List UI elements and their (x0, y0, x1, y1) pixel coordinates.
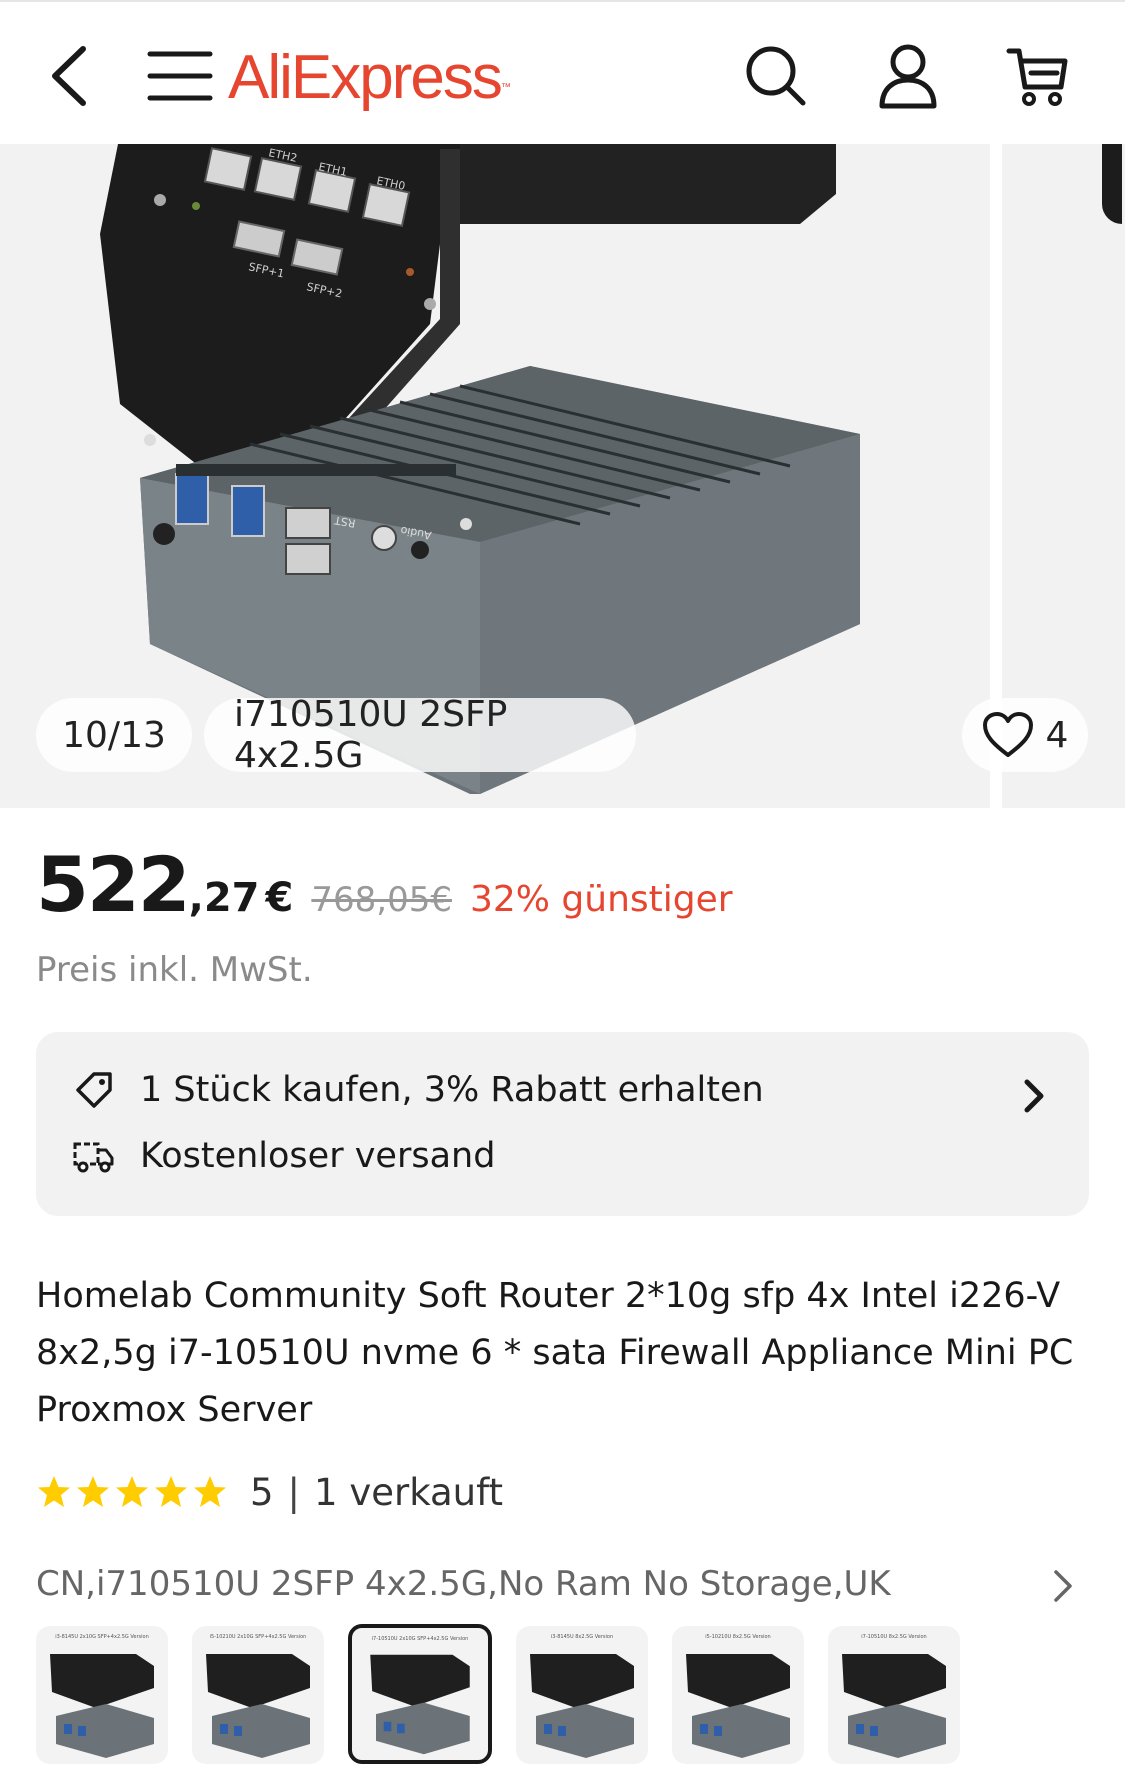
search-icon (746, 46, 806, 106)
menu-icon (147, 51, 213, 101)
thumbnail-caption: i7-10510U 8x2.5G Version (861, 1634, 927, 1640)
heart-icon (982, 712, 1033, 757)
truck-icon (73, 1142, 114, 1173)
star-icon (194, 1476, 226, 1507)
price-decimal: ,27 (188, 875, 260, 921)
wishlist-button[interactable]: 4 (962, 698, 1088, 772)
discount-label: 32% günstiger (469, 879, 733, 920)
sku-selector[interactable]: CN,i710510U 2SFP 4x2.5G,No Ram No Storag… (36, 1556, 1089, 1612)
rating-row[interactable]: 5 | 1 verkauft (36, 1464, 503, 1520)
product-image-gallery[interactable]: ETH2 ETH1 ETH0 SFP+1 SFP+2 RST Audio 10/… (0, 144, 1125, 808)
thumbnail-image (686, 1654, 790, 1758)
thumbnail-image (370, 1654, 470, 1755)
price-row: 522 ,27 € 768,05€ 32% günstiger (36, 840, 733, 930)
wishlist-count: 4 (1045, 714, 1069, 756)
back-button[interactable] (32, 38, 108, 114)
cart-icon (1006, 48, 1068, 106)
variant-label-badge: i710510U 2SFP 4x2.5G (204, 694, 636, 776)
thumbnail-image (206, 1654, 310, 1758)
sku-thumbnail-list: i3-8145U 2x10G SFP+4x2.5G Version i5-102… (36, 1624, 960, 1764)
sku-thumbnail[interactable]: i7-10510U 8x2.5G Version (828, 1626, 960, 1764)
top-header: AliExpress™ (0, 0, 1125, 144)
account-icon (879, 44, 937, 109)
chevron-right-icon (1054, 1570, 1072, 1602)
image-counter-text: 10/13 (62, 714, 166, 756)
price-currency: € (265, 875, 294, 921)
star-icon (116, 1476, 148, 1507)
star-icon (155, 1476, 187, 1507)
thumbnail-image (842, 1654, 946, 1758)
tag-icon (76, 1072, 112, 1108)
thumbnail-caption: i3-8145U 8x2.5G Version (550, 1634, 614, 1640)
image-counter: 10/13 (36, 698, 192, 772)
thumbnail-caption: i5-10210U 2x10G SFP+4x2.5G Version (209, 1634, 307, 1640)
thumbnail-caption: i3-8145U 2x10G SFP+4x2.5G Version (55, 1634, 149, 1640)
vat-note: Preis inkl. MwSt. (36, 950, 313, 990)
star-rating (36, 1474, 228, 1510)
account-button[interactable] (870, 38, 946, 114)
sold-count: 1 verkauft (314, 1470, 503, 1514)
sku-thumbnail-selected[interactable]: i7-10510U 2x10G SFP+4x2.5G Version (348, 1624, 492, 1764)
selected-sku-text: CN,i710510U 2SFP 4x2.5G,No Ram No Storag… (36, 1564, 891, 1604)
product-title: Homelab Community Soft Router 2*10g sfp … (36, 1276, 1074, 1430)
bulk-discount-text: 1 Stück kaufen, 3% Rabatt erhalten (140, 1070, 764, 1110)
thumbnail-image (530, 1654, 634, 1758)
sku-thumbnail[interactable]: i3-8145U 2x10G SFP+4x2.5G Version (36, 1626, 168, 1764)
original-price: 768,05€ (311, 880, 452, 920)
rating-value: 5 (250, 1470, 274, 1514)
search-button[interactable] (738, 38, 814, 114)
cart-button[interactable] (1000, 38, 1076, 114)
back-icon (52, 46, 86, 106)
sku-thumbnail[interactable]: i5-10210U 8x2.5G Version (672, 1626, 804, 1764)
thumbnail-image (50, 1654, 154, 1758)
thumbnail-caption: i7-10510U 2x10G SFP+4x2.5G Version (371, 1636, 469, 1642)
shipping-text: Kostenloser versand (140, 1136, 496, 1176)
rating-separator: | (287, 1470, 301, 1514)
bulk-discount-row[interactable]: 1 Stück kaufen, 3% Rabatt erhalten (72, 1060, 764, 1120)
menu-button[interactable] (142, 38, 218, 114)
price-integer: 522 (36, 840, 191, 929)
star-icon (77, 1476, 109, 1507)
thumbnail-caption: i5-10210U 8x2.5G Version (705, 1634, 771, 1640)
star-icon (38, 1476, 70, 1507)
sku-thumbnail[interactable]: i3-8145U 8x2.5G Version (516, 1626, 648, 1764)
sku-thumbnail[interactable]: i5-10210U 2x10G SFP+4x2.5G Version (192, 1626, 324, 1764)
aliexpress-logo[interactable]: AliExpress™ (228, 38, 511, 118)
shipping-row: Kostenloser versand (72, 1126, 495, 1186)
chevron-right-icon[interactable] (1021, 1076, 1047, 1116)
promo-box[interactable]: 1 Stück kaufen, 3% Rabatt erhalten Koste… (36, 1032, 1089, 1216)
variant-label-text: i710510U 2SFP 4x2.5G (234, 694, 508, 776)
